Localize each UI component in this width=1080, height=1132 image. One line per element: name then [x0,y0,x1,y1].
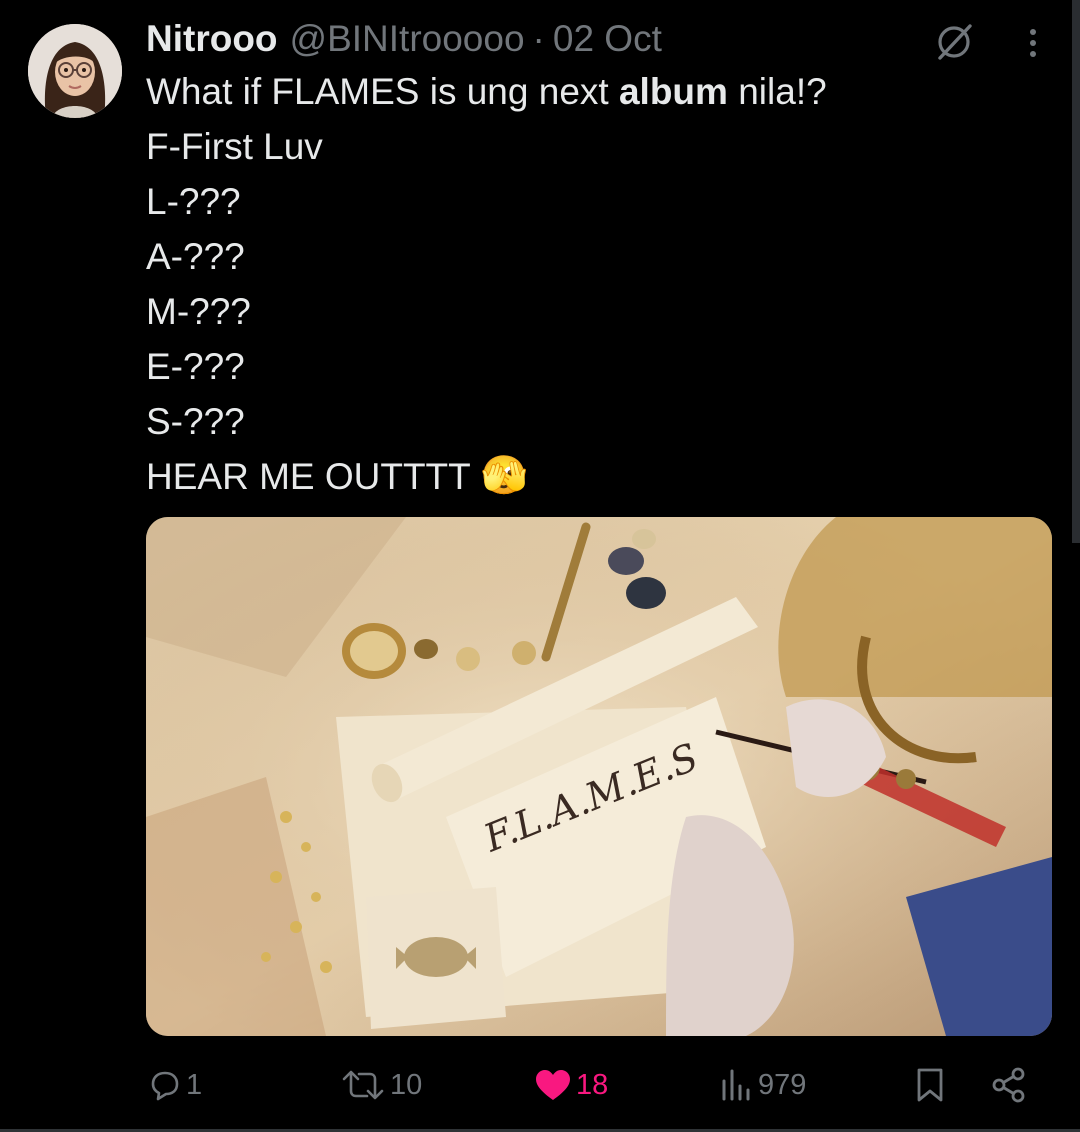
text-prefix: What if FLAMES is ung next [146,71,619,112]
text-bold: album [618,71,728,112]
reply-icon [151,1071,179,1101]
grok-icon [938,24,972,60]
bookmark-icon [917,1068,943,1102]
grok-button[interactable] [934,20,976,62]
post-text-line: A-??? [146,236,245,277]
emoji-peeking: 🫣 [480,455,529,497]
display-name[interactable]: Nitrooo [146,16,278,62]
post-text-line: F-First Luv [146,126,323,167]
like-button[interactable]: 18 [534,1054,608,1116]
repost-count: 10 [390,1068,423,1101]
repost-icon [342,1070,384,1100]
post-text: What if FLAMES is ung next album nila!? … [146,64,827,504]
bookmark-button[interactable] [914,1054,946,1116]
post-header: Nitrooo @BINItrooooo · 02 Oct [146,16,662,62]
post-text-line: S-??? [146,401,245,442]
views-icon [722,1069,750,1101]
post-text-line: M-??? [146,291,251,332]
post-text-line: What if FLAMES is ung next album nila!? [146,64,827,119]
post-text-line: E-??? [146,346,245,387]
separator-dot: · [532,18,545,59]
avatar-image [28,24,122,118]
user-handle[interactable]: @BINItrooooo [290,16,525,62]
post-date[interactable]: 02 Oct [553,16,662,62]
view-count: 979 [758,1068,807,1101]
reply-count: 1 [186,1068,203,1101]
post-image-illustration: F.L.A.M.E.S [146,517,1052,1036]
like-count: 18 [576,1068,609,1101]
action-bar: 1 10 18 979 [0,1054,1080,1116]
post-text-line: L-??? [146,181,241,222]
like-icon [536,1070,570,1100]
post-image[interactable]: F.L.A.M.E.S [146,517,1052,1036]
more-options-button[interactable] [1018,26,1048,60]
text-suffix: nila!? [727,71,827,112]
reply-button[interactable]: 1 [148,1054,202,1116]
post-text-line: HEAR ME OUTTTT 🫣 [146,449,827,504]
share-icon [992,1067,1025,1103]
repost-button[interactable]: 10 [340,1054,422,1116]
avatar[interactable] [28,24,122,118]
scrollbar[interactable] [1072,0,1080,543]
text-last-line: HEAR ME OUTTTT [146,456,471,497]
more-icon [1030,29,1036,57]
views-button[interactable]: 979 [720,1054,806,1116]
share-button[interactable] [990,1054,1028,1116]
